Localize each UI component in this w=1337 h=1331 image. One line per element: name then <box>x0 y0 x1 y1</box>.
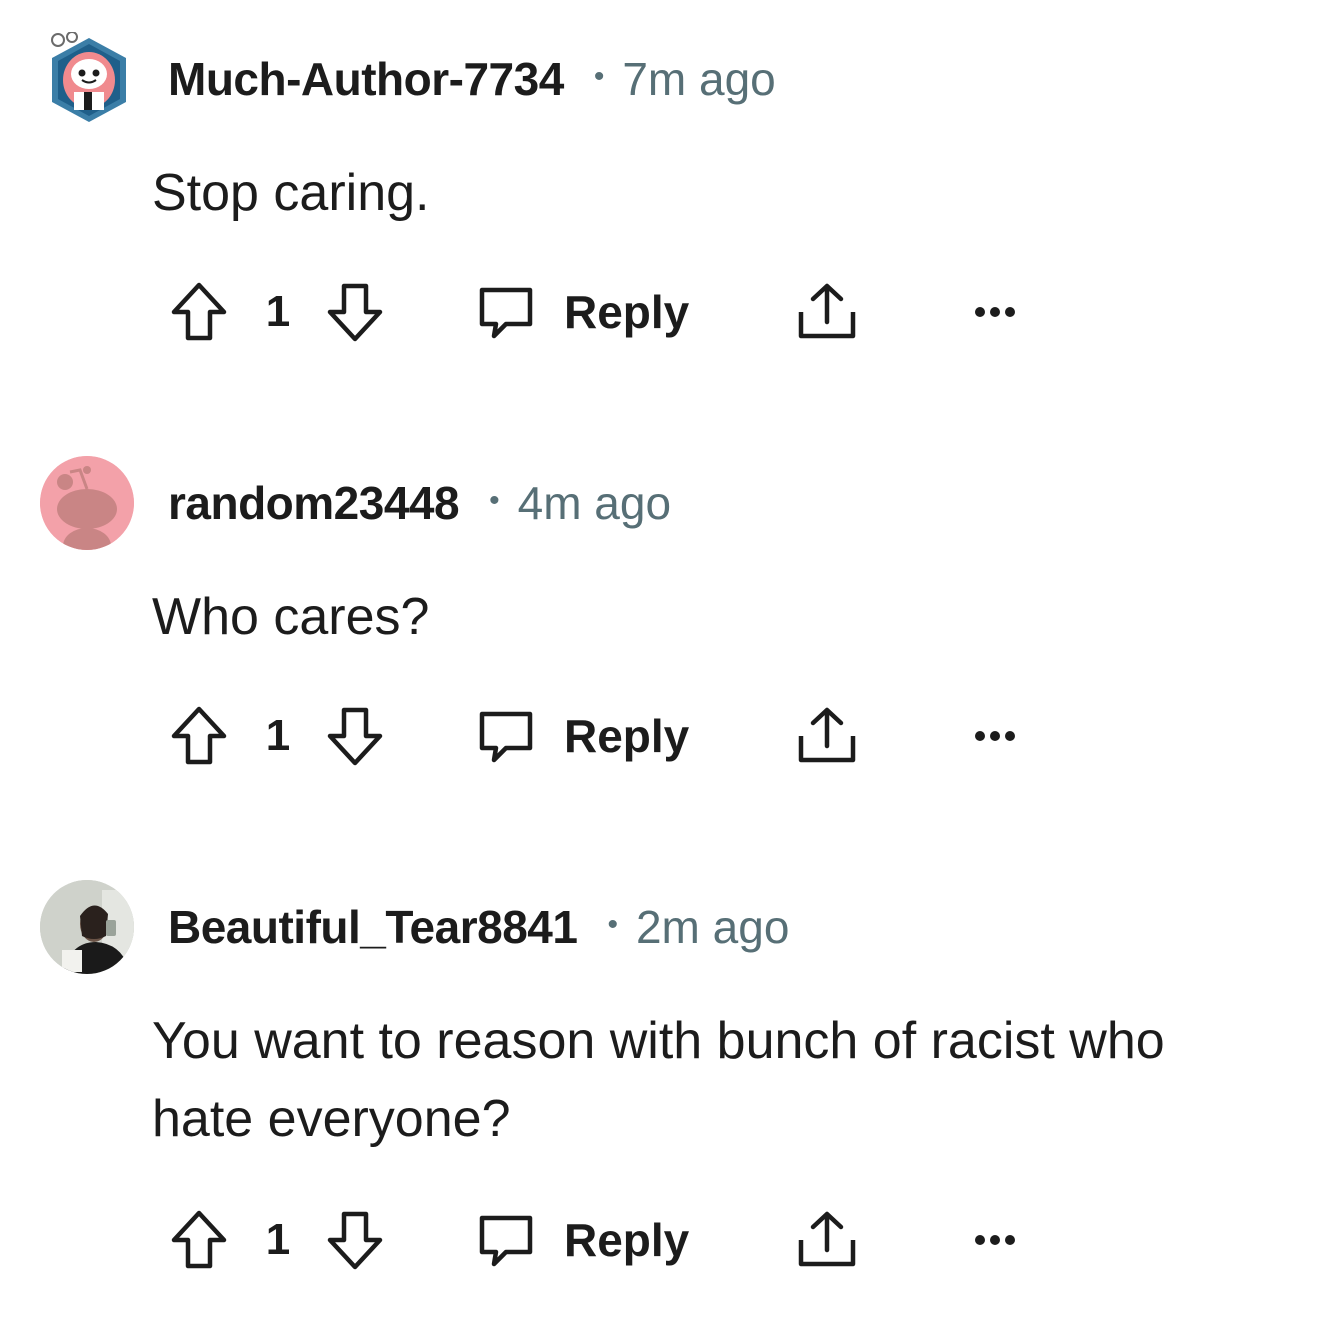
separator-dot: • <box>489 484 500 517</box>
avatar[interactable] <box>44 32 134 128</box>
author-name[interactable]: Beautiful_Tear8841 <box>168 900 578 954</box>
comment-body: You want to reason with bunch of racist … <box>152 1012 1165 1148</box>
avatar[interactable] <box>40 456 134 550</box>
downvote-button[interactable] <box>324 272 386 352</box>
snoo-avatar-icon <box>51 32 126 122</box>
separator-dot: • <box>593 60 605 93</box>
downvote-arrow-icon <box>327 1211 383 1270</box>
downvote-button[interactable] <box>324 696 386 776</box>
upvote-button[interactable] <box>168 272 230 352</box>
reply-label: Reply <box>564 1214 690 1266</box>
comment-actions: 1 Reply <box>0 272 1100 352</box>
share-button[interactable] <box>794 272 860 352</box>
comment-meta: Beautiful_Tear8841 • 2m ago <box>168 880 789 974</box>
timestamp: 4m ago <box>517 477 672 529</box>
comment-bubble-icon <box>479 287 533 339</box>
score-count: 1 <box>265 1215 291 1264</box>
upvote-button[interactable] <box>168 696 230 776</box>
more-dots-icon <box>975 1235 1015 1245</box>
downvote-button[interactable] <box>324 1200 386 1280</box>
avatar[interactable] <box>40 880 134 974</box>
vote-score: 1 <box>258 696 298 776</box>
photo-avatar-icon <box>40 880 134 974</box>
share-button[interactable] <box>794 696 860 776</box>
snoo-avatar-icon <box>40 456 134 550</box>
reply-label: Reply <box>564 286 690 338</box>
more-dots-icon <box>975 307 1015 317</box>
timestamp: 2m ago <box>635 901 790 953</box>
comment-actions: 1 Reply <box>0 696 1100 776</box>
more-options-button[interactable] <box>970 696 1020 776</box>
score-count: 1 <box>265 287 291 336</box>
share-button[interactable] <box>794 1200 860 1280</box>
vote-score: 1 <box>258 272 298 352</box>
more-options-button[interactable] <box>970 272 1020 352</box>
comment-body: Stop caring. <box>152 164 430 222</box>
comment-bubble-icon <box>479 711 533 763</box>
share-icon <box>798 1211 856 1267</box>
comment-bubble-icon <box>479 1215 533 1267</box>
score-count: 1 <box>265 711 291 760</box>
reply-button[interactable]: Reply <box>476 696 696 776</box>
more-dots-icon <box>975 731 1015 741</box>
upvote-arrow-icon <box>171 706 227 765</box>
reply-button[interactable]: Reply <box>476 1200 696 1280</box>
reply-button[interactable]: Reply <box>476 272 696 352</box>
comment-meta: Much-Author-7734 • 7m ago <box>168 32 776 126</box>
separator-dot: • <box>607 908 618 941</box>
comment-body: Who cares? <box>152 588 430 646</box>
downvote-arrow-icon <box>327 283 383 342</box>
downvote-arrow-icon <box>327 707 383 766</box>
comment-actions: 1 Reply <box>0 1200 1100 1280</box>
author-name[interactable]: Much-Author-7734 <box>168 52 564 106</box>
upvote-arrow-icon <box>171 282 227 341</box>
comment-meta: random23448 • 4m ago <box>168 456 671 550</box>
upvote-arrow-icon <box>171 1210 227 1269</box>
author-name[interactable]: random23448 <box>168 476 460 530</box>
vote-score: 1 <box>258 1200 298 1280</box>
upvote-button[interactable] <box>168 1200 230 1280</box>
timestamp: 7m ago <box>622 53 776 105</box>
reply-label: Reply <box>564 710 690 762</box>
share-icon <box>798 283 856 339</box>
share-icon <box>798 707 856 763</box>
more-options-button[interactable] <box>970 1200 1020 1280</box>
